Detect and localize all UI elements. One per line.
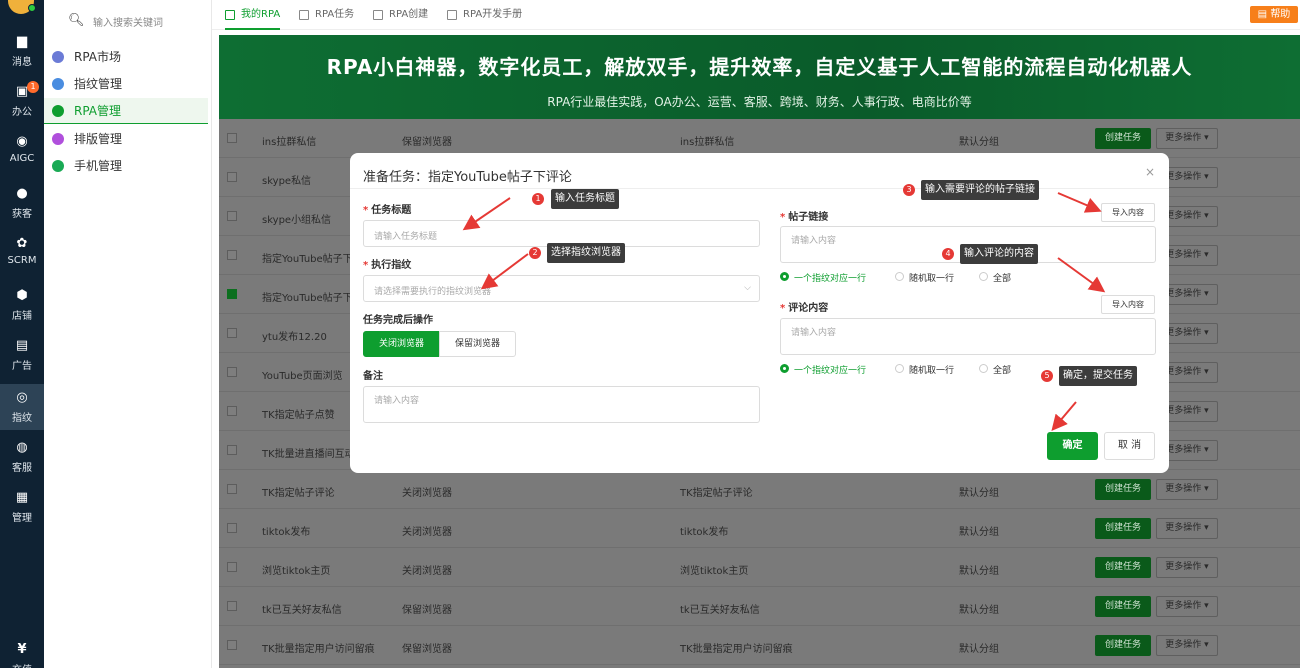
arrow-1 — [462, 197, 511, 231]
annotation-2: 选择指纹浏览器 — [547, 243, 625, 263]
annotation-4: 输入评论的内容 — [960, 244, 1038, 264]
annotation-arrows — [462, 192, 1106, 432]
arrow-5 — [1051, 401, 1077, 432]
step-number-3: 3 — [903, 184, 915, 196]
arrow-3 — [1057, 192, 1102, 213]
annotation-1: 输入任务标题 — [551, 189, 619, 209]
arrow-2 — [480, 253, 529, 290]
step-number-5: 5 — [1041, 370, 1053, 382]
step-number-2: 2 — [529, 247, 541, 259]
step-number-4: 4 — [942, 248, 954, 260]
annotation-5: 确定，提交任务 — [1059, 366, 1137, 386]
arrow-4 — [1057, 257, 1106, 293]
annotation-3: 输入需要评论的帖子链接 — [921, 180, 1039, 200]
step-number-1: 1 — [532, 193, 544, 205]
